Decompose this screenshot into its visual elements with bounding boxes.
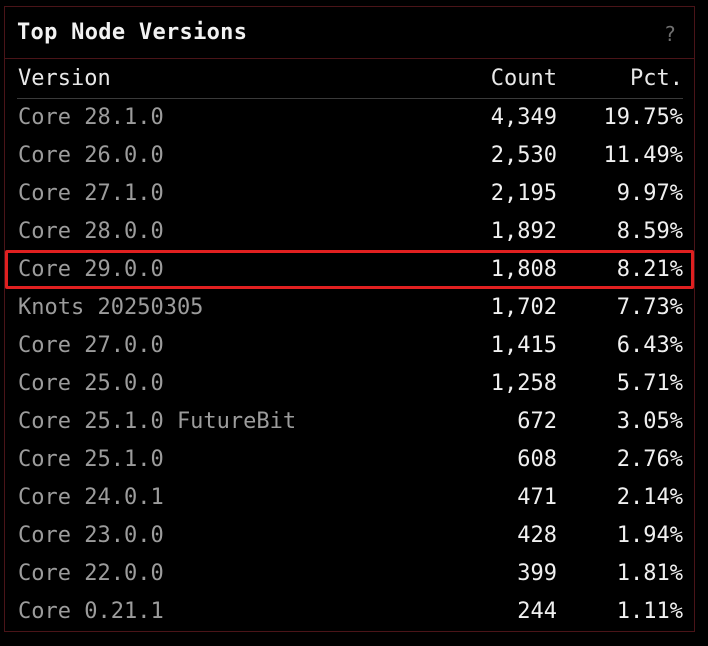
version-cell: Core 26.0.0 <box>18 143 164 168</box>
table-row[interactable]: Core 25.0.0 1,258 5.71% <box>17 365 683 403</box>
pct-cell: 7.73% <box>616 295 683 320</box>
pct-cell: 2.14% <box>616 485 683 510</box>
pct-cell: 8.21% <box>616 257 683 282</box>
table-row[interactable]: Core 28.1.0 4,349 19.75% <box>17 99 683 137</box>
pct-cell: 1.11% <box>616 599 683 624</box>
version-cell: Core 27.0.0 <box>18 333 164 358</box>
table-row[interactable]: Core 24.0.1 471 2.14% <box>17 479 683 517</box>
table-row[interactable]: Core 26.0.0 2,530 11.49% <box>17 137 683 175</box>
pct-cell: 5.71% <box>616 371 683 396</box>
table-row[interactable]: Core 25.1.0 FutureBit 672 3.05% <box>17 403 683 441</box>
table-row-highlighted[interactable]: Core 29.0.0 1,808 8.21% <box>17 251 683 289</box>
panel-header: Top Node Versions ? <box>5 7 694 59</box>
table-row[interactable]: Core 27.1.0 2,195 9.97% <box>17 175 683 213</box>
column-header-pct[interactable]: Pct. <box>630 59 683 99</box>
pct-cell: 19.75% <box>603 105 683 130</box>
version-cell: Knots 20250305 <box>18 295 204 320</box>
version-cell: Core 25.0.0 <box>18 371 164 396</box>
count-cell: 4,349 <box>490 105 557 130</box>
version-cell: Core 27.1.0 <box>18 181 164 206</box>
version-cell: Core 28.1.0 <box>18 105 164 130</box>
count-cell: 1,258 <box>490 371 557 396</box>
version-cell: Core 23.0.0 <box>18 523 164 548</box>
count-cell: 608 <box>517 447 557 472</box>
pct-cell: 1.81% <box>616 561 683 586</box>
count-cell: 1,415 <box>490 333 557 358</box>
pct-cell: 11.49% <box>603 143 683 168</box>
table-row[interactable]: Core 25.1.0 608 2.76% <box>17 441 683 479</box>
pct-cell: 9.97% <box>616 181 683 206</box>
table-row[interactable]: Core 27.0.0 1,415 6.43% <box>17 327 683 365</box>
pct-cell: 8.59% <box>616 219 683 244</box>
count-cell: 1,808 <box>490 257 557 282</box>
pct-cell: 1.94% <box>616 523 683 548</box>
pct-cell: 2.76% <box>616 447 683 472</box>
count-cell: 471 <box>517 485 557 510</box>
version-cell: Core 0.21.1 <box>18 599 164 624</box>
pct-cell: 6.43% <box>616 333 683 358</box>
count-cell: 1,702 <box>490 295 557 320</box>
table-row[interactable]: Knots 20250305 1,702 7.73% <box>17 289 683 327</box>
version-cell: Core 22.0.0 <box>18 561 164 586</box>
table-row[interactable]: Core 28.0.0 1,892 8.59% <box>17 213 683 251</box>
count-cell: 2,195 <box>490 181 557 206</box>
node-versions-panel: Top Node Versions ? Version Count Pct. C… <box>4 6 695 632</box>
count-cell: 672 <box>517 409 557 434</box>
panel-title: Top Node Versions <box>17 20 248 45</box>
table-row[interactable]: Core 0.21.1 244 1.11% <box>17 593 683 631</box>
count-cell: 2,530 <box>490 143 557 168</box>
version-cell: Core 29.0.0 <box>18 257 164 282</box>
table-row[interactable]: Core 23.0.0 428 1.94% <box>17 517 683 555</box>
version-cell: Core 25.1.0 <box>18 447 164 472</box>
count-cell: 399 <box>517 561 557 586</box>
table-body: Core 28.1.0 4,349 19.75% Core 26.0.0 2,5… <box>17 99 683 631</box>
column-header-count[interactable]: Count <box>491 59 557 99</box>
versions-table: Version Count Pct. Core 28.1.0 4,349 19.… <box>17 59 683 631</box>
count-cell: 1,892 <box>490 219 557 244</box>
count-cell: 428 <box>517 523 557 548</box>
pct-cell: 3.05% <box>616 409 683 434</box>
version-cell: Core 24.0.1 <box>18 485 164 510</box>
count-cell: 244 <box>517 599 557 624</box>
table-header-row: Version Count Pct. <box>17 59 683 99</box>
table-row[interactable]: Core 22.0.0 399 1.81% <box>17 555 683 593</box>
column-header-version[interactable]: Version <box>18 59 111 99</box>
version-cell: Core 28.0.0 <box>18 219 164 244</box>
help-icon[interactable]: ? <box>664 22 676 46</box>
version-cell: Core 25.1.0 FutureBit <box>18 409 297 434</box>
